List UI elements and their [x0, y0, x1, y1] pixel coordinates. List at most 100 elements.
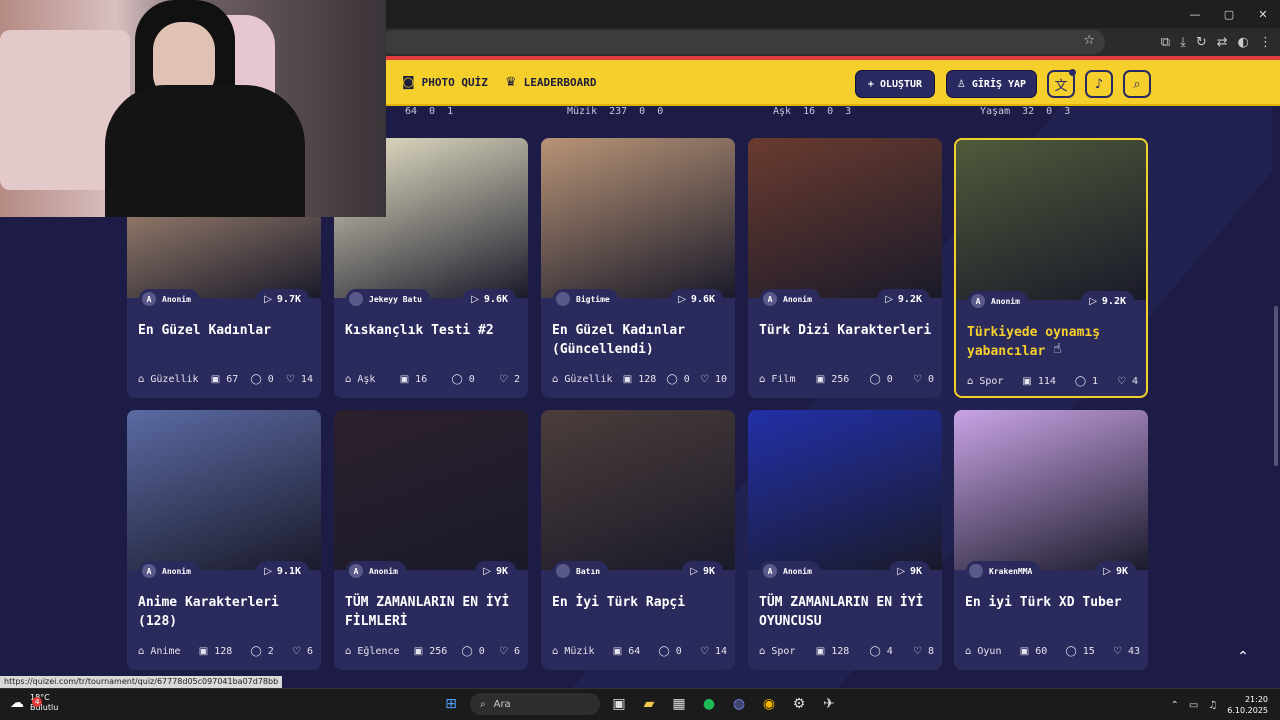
- bookmark-star-icon[interactable]: ☆: [1083, 33, 1095, 48]
- create-button[interactable]: + OLUŞTUR: [855, 70, 935, 98]
- partial-meta-value: 237: [609, 106, 628, 117]
- extensions-icon[interactable]: ⧉: [1161, 35, 1170, 50]
- avatar: A: [349, 564, 363, 578]
- like-count[interactable]: ♡ 14: [286, 374, 313, 385]
- minimize-button[interactable]: —: [1178, 0, 1212, 28]
- quiz-card[interactable]: A Anonim ▷ 9.2K Türk Dizi Karakterleri ⌂…: [748, 138, 942, 398]
- network-icon[interactable]: ▭: [1189, 700, 1198, 711]
- category[interactable]: ⌂ Aşk: [345, 374, 375, 385]
- quiz-thumbnail[interactable]: [334, 410, 528, 570]
- author-badge[interactable]: Jekeyy Batu: [346, 289, 430, 309]
- avatar: A: [763, 564, 777, 578]
- quiz-card[interactable]: A Anonim ▷ 9K TÜM ZAMANLARIN EN İYİ OYUN…: [748, 410, 942, 670]
- category[interactable]: ⌂ Film: [759, 374, 795, 385]
- category[interactable]: ⌂ Spor: [759, 646, 795, 657]
- task-view-icon[interactable]: ▣: [608, 693, 630, 715]
- quiz-thumbnail[interactable]: [748, 410, 942, 570]
- chrome-icon[interactable]: ◉: [758, 693, 780, 715]
- comment-icon: ◯: [1074, 376, 1087, 387]
- category[interactable]: ⌂ Güzellik: [552, 374, 613, 385]
- file-explorer-icon[interactable]: ▰: [638, 693, 660, 715]
- author-badge[interactable]: KrakenMMA: [966, 561, 1041, 581]
- quiz-title[interactable]: En Güzel Kadınlar: [138, 321, 313, 340]
- store-icon[interactable]: ▦: [668, 693, 690, 715]
- quiz-card[interactable]: Batın ▷ 9K En İyi Türk Rapçi ⌂ Müzik ▣ 6…: [541, 410, 735, 670]
- quiz-card[interactable]: Bigtime ▷ 9.6K En Güzel Kadınlar (Güncel…: [541, 138, 735, 398]
- spotify-icon[interactable]: ●: [698, 693, 720, 715]
- quiz-thumbnail[interactable]: [541, 138, 735, 298]
- author-badge[interactable]: A Anonim: [968, 291, 1028, 311]
- like-count[interactable]: ♡ 10: [700, 374, 727, 385]
- like-count[interactable]: ♡ 0: [913, 374, 934, 385]
- heart-icon: ♡: [912, 374, 922, 385]
- steam-icon[interactable]: ⚙: [788, 693, 810, 715]
- quiz-title[interactable]: Türk Dizi Karakterleri: [759, 321, 934, 340]
- scroll-to-top-button[interactable]: ⌃: [1231, 645, 1255, 669]
- images-icon: ▣: [1022, 376, 1032, 387]
- quiz-thumbnail[interactable]: [541, 410, 735, 570]
- search-button[interactable]: ⌕: [1123, 70, 1151, 98]
- scrollbar-thumb[interactable]: [1274, 306, 1278, 466]
- category[interactable]: ⌂ Anime: [138, 646, 181, 657]
- quiz-card[interactable]: A Anonim ▷ 9K TÜM ZAMANLARIN EN İYİ FİLM…: [334, 410, 528, 670]
- menu-icon[interactable]: ⋮: [1259, 35, 1272, 50]
- language-button[interactable]: 文: [1047, 69, 1076, 98]
- author-badge[interactable]: A Anonim: [346, 561, 406, 581]
- windows-start-icon[interactable]: ⊞: [440, 693, 462, 715]
- category[interactable]: ⌂ Spor: [967, 376, 1003, 387]
- quiz-title[interactable]: Kıskançlık Testi #2: [345, 321, 520, 340]
- volume-icon[interactable]: ♫: [1208, 700, 1217, 711]
- weather-widget[interactable]: ☁ 18°C Bulutlu 4: [10, 693, 58, 713]
- quiz-title[interactable]: TÜM ZAMANLARIN EN İYİ FİLMLERİ: [345, 593, 520, 631]
- like-count[interactable]: ♡ 6: [499, 646, 520, 657]
- quiz-title[interactable]: En İyi Türk Rapçi: [552, 593, 727, 612]
- category[interactable]: ⌂ Müzik: [552, 646, 595, 657]
- like-count[interactable]: ♡ 4: [1117, 376, 1138, 387]
- author-badge[interactable]: A Anonim: [139, 561, 199, 581]
- like-count[interactable]: ♡ 8: [913, 646, 934, 657]
- profile-icon[interactable]: ◐: [1238, 35, 1249, 50]
- history-icon[interactable]: ↻: [1196, 35, 1207, 50]
- like-count[interactable]: ♡ 2: [499, 374, 520, 385]
- discord-icon[interactable]: ◍: [728, 693, 750, 715]
- quiz-thumbnail[interactable]: [127, 410, 321, 570]
- nav-photo-quiz[interactable]: ◙ PHOTO QUİZ: [402, 75, 488, 90]
- address-bar[interactable]: ☆: [380, 30, 1105, 54]
- category[interactable]: ⌂ Eğlence: [345, 646, 400, 657]
- nav-leaderboard[interactable]: ♛ LEADERBOARD: [505, 75, 597, 90]
- close-button[interactable]: ✕: [1246, 0, 1280, 28]
- chevron-up-icon[interactable]: ⌃: [1170, 700, 1178, 711]
- author-badge[interactable]: Batın: [553, 561, 609, 581]
- quiz-title[interactable]: En Güzel Kadınlar (Güncellendi): [552, 321, 727, 359]
- author-badge[interactable]: A Anonim: [760, 561, 820, 581]
- maximize-button[interactable]: ▢: [1212, 0, 1246, 28]
- quiz-title[interactable]: En iyi Türk XD Tuber: [965, 593, 1140, 612]
- page-scrollbar[interactable]: [1272, 106, 1280, 688]
- quiz-title[interactable]: TÜM ZAMANLARIN EN İYİ OYUNCUSU: [759, 593, 934, 631]
- quiz-card[interactable]: KrakenMMA ▷ 9K En iyi Türk XD Tuber ⌂ Oy…: [954, 410, 1148, 670]
- notifications-button[interactable]: ♪: [1085, 70, 1113, 98]
- category[interactable]: ⌂ Oyun: [965, 646, 1001, 657]
- taskbar-search[interactable]: ⌕ Ara: [470, 693, 600, 715]
- category[interactable]: ⌂ Güzellik: [138, 374, 199, 385]
- quiz-card[interactable]: A Anonim ▷ 9.1K Anime Karakterleri (128)…: [127, 410, 321, 670]
- quiz-thumbnail[interactable]: [954, 410, 1148, 570]
- like-count[interactable]: ♡ 6: [292, 646, 313, 657]
- partial-meta-value: 16: [803, 106, 816, 117]
- like-count[interactable]: ♡ 43: [1113, 646, 1140, 657]
- like-count[interactable]: ♡ 14: [700, 646, 727, 657]
- quiz-card[interactable]: A Anonim ▷ 9.2K Türkiyede oynamış yabanc…: [954, 138, 1148, 398]
- quiz-thumbnail[interactable]: [748, 138, 942, 298]
- author-badge[interactable]: A Anonim: [760, 289, 820, 309]
- comment-count: ◯ 1: [1074, 376, 1099, 387]
- clock[interactable]: 21:20 6.10.2025: [1227, 694, 1268, 716]
- download-icon[interactable]: ⤓: [1180, 35, 1186, 50]
- translate-icon[interactable]: ⇄: [1217, 35, 1228, 50]
- quiz-thumbnail[interactable]: [956, 140, 1146, 300]
- login-button[interactable]: ♙ GİRİŞ YAP: [946, 70, 1037, 98]
- webcam-body: [105, 85, 305, 217]
- quiz-title[interactable]: Anime Karakterleri (128): [138, 593, 313, 631]
- app-icon[interactable]: ✈: [818, 693, 840, 715]
- author-badge[interactable]: Bigtime: [553, 289, 618, 309]
- author-badge[interactable]: A Anonim: [139, 289, 199, 309]
